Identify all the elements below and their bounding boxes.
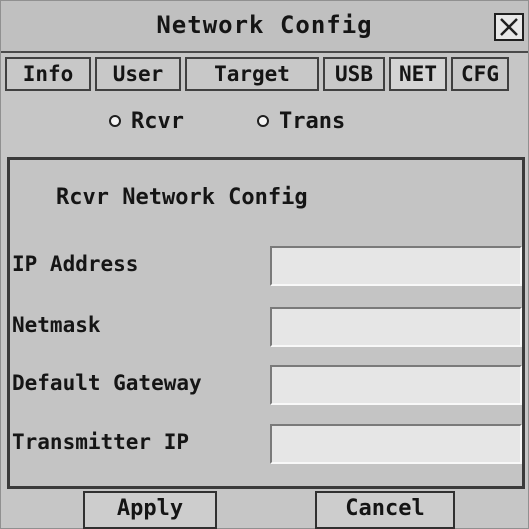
netmask-field[interactable] [270,307,522,347]
radio-trans-label: Trans [279,108,346,134]
radio-rcvr[interactable]: Rcvr [109,106,184,136]
network-config-window: Network Config Info User Target USB NET … [0,0,529,529]
tab-net[interactable]: NET [389,57,447,91]
cancel-button[interactable]: Cancel [315,491,455,529]
network-config-panel: Rcvr Network Config IP Address Netmask D… [7,157,525,489]
apply-button[interactable]: Apply [83,491,217,529]
transmitter-ip-field[interactable] [270,424,522,464]
tab-usb[interactable]: USB [323,57,385,91]
ip-address-field[interactable] [270,246,522,286]
transmitter-ip-label: Transmitter IP [12,430,190,454]
ip-address-label: IP Address [12,252,139,276]
tab-cfg[interactable]: CFG [451,57,509,91]
close-icon [500,18,518,36]
tab-user[interactable]: User [95,57,181,91]
tab-target[interactable]: Target [185,57,319,91]
panel-title: Rcvr Network Config [56,185,308,210]
close-button[interactable] [494,13,524,41]
title-bar: Network Config [1,1,528,53]
default-gateway-label: Default Gateway [12,371,202,395]
window-title: Network Config [156,11,373,39]
default-gateway-field[interactable] [270,365,522,405]
radio-circle-icon [109,115,121,127]
radio-circle-icon [257,115,269,127]
radio-trans[interactable]: Trans [257,106,345,136]
radio-rcvr-label: Rcvr [131,108,184,134]
netmask-label: Netmask [12,313,101,337]
mode-radio-group: Rcvr Trans [1,106,528,136]
tab-info[interactable]: Info [5,57,91,91]
